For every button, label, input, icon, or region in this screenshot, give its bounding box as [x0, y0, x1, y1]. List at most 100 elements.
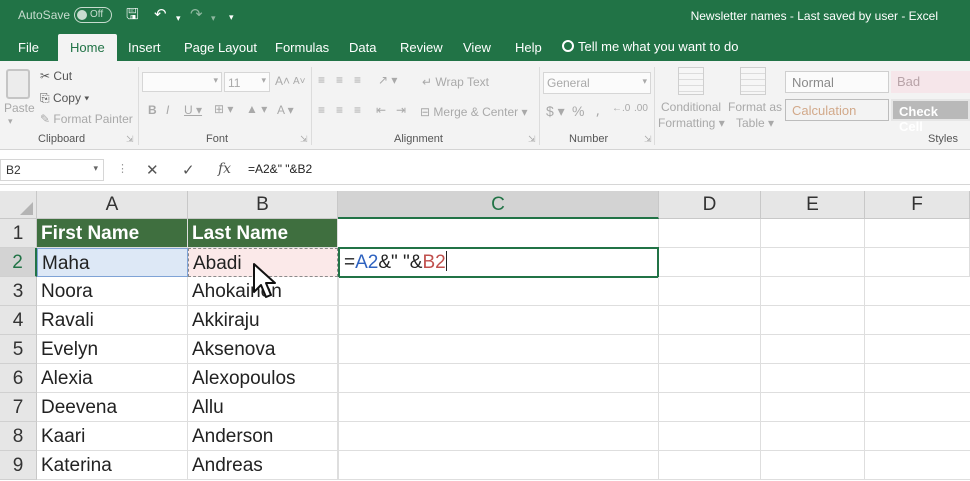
cut-button[interactable]: ✂ Cut — [40, 69, 72, 83]
redo-icon[interactable]: ↷ — [190, 6, 203, 24]
fill-color-icon[interactable]: ▲ ▾ — [246, 102, 267, 116]
tab-help[interactable]: Help — [515, 40, 542, 55]
row-header-8[interactable]: 8 — [0, 422, 37, 451]
cell-b5[interactable]: Aksenova — [188, 335, 338, 364]
cell-a7[interactable]: Deevena — [37, 393, 188, 422]
number-format-select[interactable]: General ▾ — [543, 72, 651, 94]
align-middle-icon[interactable]: ≡ — [336, 73, 343, 87]
format-as-table-icon[interactable] — [740, 67, 766, 95]
clipboard-launcher-icon[interactable]: ⇲ — [126, 134, 134, 145]
paste-button[interactable]: Paste — [4, 101, 35, 115]
select-all-button[interactable] — [0, 191, 37, 219]
increase-decimal-icon[interactable]: ←.0 — [612, 103, 630, 114]
number-launcher-icon[interactable]: ⇲ — [644, 134, 652, 145]
underline-button[interactable]: U ▾ — [184, 103, 202, 117]
cell-c2-editing[interactable]: =A2&" "&B2 — [338, 247, 659, 278]
cell-a3[interactable]: Noora — [37, 277, 188, 306]
cell-b1[interactable]: Last Name — [188, 219, 338, 248]
save-icon[interactable]: 🖫 — [126, 6, 139, 24]
borders-icon[interactable]: ⊞ ▾ — [214, 102, 233, 116]
align-left-icon[interactable]: ≡ — [318, 103, 325, 117]
italic-button[interactable]: I — [166, 103, 169, 117]
currency-icon[interactable]: $ ▾ — [546, 103, 565, 120]
row-header-9[interactable]: 9 — [0, 451, 37, 480]
tab-data[interactable]: Data — [349, 40, 376, 55]
format-painter-button[interactable]: ✎ Format Painter — [40, 112, 133, 126]
cell-a6[interactable]: Alexia — [37, 364, 188, 393]
cell-a1[interactable]: First Name — [37, 219, 188, 248]
empty-cells-area[interactable] — [338, 277, 970, 480]
tab-page-layout[interactable]: Page Layout — [184, 40, 257, 55]
font-color-icon[interactable]: A ▾ — [277, 103, 294, 117]
tab-home[interactable]: Home — [58, 34, 117, 61]
font-name-select[interactable]: ▾ — [142, 72, 222, 92]
bold-button[interactable]: B — [148, 103, 157, 117]
cancel-icon[interactable]: ✕ — [146, 161, 159, 179]
enter-icon[interactable]: ✓ — [182, 161, 195, 179]
row-header-3[interactable]: 3 — [0, 277, 37, 306]
cell-b8[interactable]: Anderson — [188, 422, 338, 451]
align-right-icon[interactable]: ≡ — [354, 103, 361, 117]
conditional-formatting-button[interactable]: Formatting ▾ — [658, 116, 725, 130]
increase-font-icon[interactable]: A˄ — [275, 74, 290, 88]
copy-button[interactable]: ⎘ Copy ▾ — [40, 91, 89, 106]
align-bottom-icon[interactable]: ≡ — [354, 73, 361, 87]
cell-e2[interactable] — [761, 248, 865, 277]
cell-d2[interactable] — [659, 248, 761, 277]
cell-b9[interactable]: Andreas — [188, 451, 338, 480]
column-header-f[interactable]: F — [865, 191, 970, 219]
cell-a9[interactable]: Katerina — [37, 451, 188, 480]
cell-a4[interactable]: Ravali — [37, 306, 188, 335]
align-top-icon[interactable]: ≡ — [318, 73, 325, 87]
row-header-1[interactable]: 1 — [0, 219, 37, 248]
format-as-table-line1[interactable]: Format as — [728, 100, 782, 114]
align-center-icon[interactable]: ≡ — [336, 103, 343, 117]
autosave-toggle[interactable]: Off — [74, 7, 112, 23]
paste-dropdown-icon[interactable]: ▾ — [8, 116, 13, 127]
undo-icon[interactable]: ↶ — [154, 6, 167, 24]
cell-d1[interactable] — [659, 219, 761, 248]
insert-function-icon[interactable]: fx — [218, 161, 231, 177]
paste-icon[interactable] — [6, 69, 30, 99]
name-box[interactable]: B2 ▾ — [0, 159, 104, 181]
formula-input[interactable]: =A2&" "&B2 — [248, 162, 312, 176]
decrease-font-icon[interactable]: A˅ — [293, 76, 306, 87]
column-header-d[interactable]: D — [659, 191, 761, 219]
tab-insert[interactable]: Insert — [128, 40, 161, 55]
font-size-select[interactable]: 11 ▾ — [224, 72, 270, 92]
cell-b4[interactable]: Akkiraju — [188, 306, 338, 335]
orientation-icon[interactable]: ↗ ▾ — [378, 73, 397, 87]
tell-me-search[interactable]: Tell me what you want to do — [562, 39, 738, 54]
merge-center-button[interactable]: ⊟ Merge & Center ▾ — [420, 105, 527, 119]
tab-review[interactable]: Review — [400, 40, 443, 55]
alignment-launcher-icon[interactable]: ⇲ — [528, 134, 536, 145]
tab-file[interactable]: File — [18, 40, 39, 55]
conditional-formatting-line1[interactable]: Conditional — [661, 100, 721, 114]
customize-qat-icon[interactable]: ▾ — [229, 8, 234, 26]
row-header-7[interactable]: 7 — [0, 393, 37, 422]
column-header-a[interactable]: A — [37, 191, 188, 219]
cell-a8[interactable]: Kaari — [37, 422, 188, 451]
redo-dropdown-icon[interactable]: ▾ — [211, 9, 216, 27]
row-header-6[interactable]: 6 — [0, 364, 37, 393]
cell-f2[interactable] — [865, 248, 970, 277]
cell-c1[interactable] — [338, 219, 659, 248]
comma-icon[interactable]: ⸴ — [596, 103, 600, 122]
cell-f1[interactable] — [865, 219, 970, 248]
undo-dropdown-icon[interactable]: ▾ — [176, 9, 181, 27]
column-header-c[interactable]: C — [338, 191, 659, 219]
row-header-4[interactable]: 4 — [0, 306, 37, 335]
cell-e1[interactable] — [761, 219, 865, 248]
wrap-text-button[interactable]: ↵ Wrap Text — [422, 75, 489, 89]
cell-b7[interactable]: Allu — [188, 393, 338, 422]
percent-icon[interactable]: % — [572, 103, 584, 119]
decrease-indent-icon[interactable]: ⇤ — [376, 103, 386, 117]
format-as-table-button[interactable]: Table ▾ — [736, 116, 774, 130]
font-launcher-icon[interactable]: ⇲ — [300, 134, 308, 145]
conditional-formatting-icon[interactable] — [678, 67, 704, 95]
cell-a2[interactable]: Maha — [37, 248, 188, 277]
style-normal[interactable]: Normal — [785, 71, 889, 93]
style-check-cell[interactable]: Check Cell — [891, 99, 970, 134]
row-header-5[interactable]: 5 — [0, 335, 37, 364]
style-calculation[interactable]: Calculation — [785, 99, 889, 121]
